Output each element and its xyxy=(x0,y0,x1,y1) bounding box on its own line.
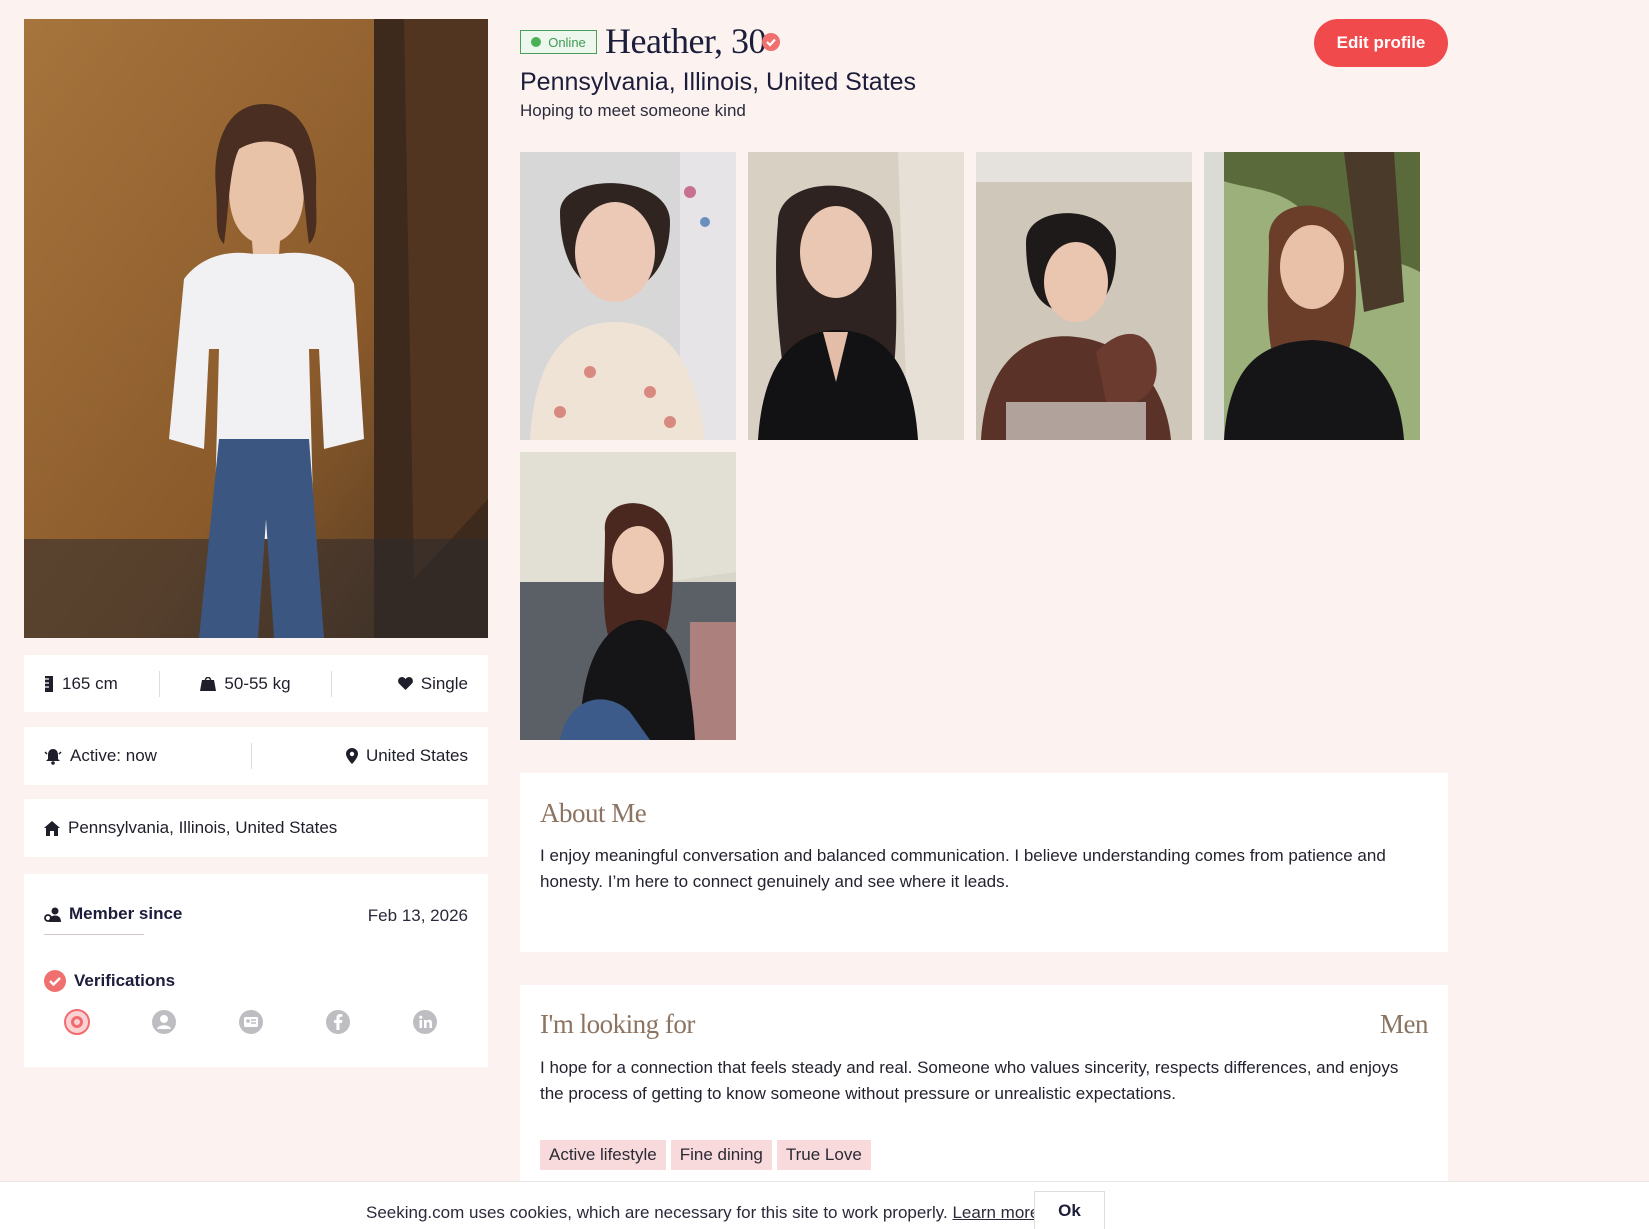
interest-tag: True Love xyxy=(776,1140,871,1170)
member-icon xyxy=(44,907,61,922)
gallery-photo[interactable] xyxy=(748,152,964,440)
divider xyxy=(250,743,252,769)
looking-for-title: I'm looking for xyxy=(540,1009,695,1039)
cookie-text: Seeking.com uses cookies, which are nece… xyxy=(366,1203,948,1222)
looking-for-card: I'm looking for Men I hope for a connect… xyxy=(520,985,1448,1185)
check-circle-icon xyxy=(44,970,66,992)
photo-verified-icon[interactable] xyxy=(64,1009,90,1035)
member-card: Member since Feb 13, 2026 Verifications xyxy=(24,874,488,1067)
looking-for-text: I hope for a connection that feels stead… xyxy=(540,1058,1399,1103)
profile-location: Pennsylvania, Illinois, United States xyxy=(520,68,917,96)
gallery-photo[interactable] xyxy=(1204,152,1420,440)
verifications-label: Verifications xyxy=(74,971,176,990)
country-stat: United States xyxy=(345,746,468,766)
verifications-row: Verifications xyxy=(44,970,175,992)
height-value: 165 cm xyxy=(62,673,118,693)
about-me-card: About Me I enjoy meaningful conversation… xyxy=(520,773,1448,952)
verification-icons xyxy=(44,1009,468,1035)
about-me-title: About Me xyxy=(540,798,647,828)
linkedin-icon[interactable] xyxy=(412,1009,438,1035)
member-since-label: Member since xyxy=(69,904,183,923)
country-value: United States xyxy=(365,746,468,765)
underline xyxy=(44,934,144,935)
hometown-value: Pennsylvania, Illinois, United States xyxy=(68,818,338,837)
verified-badge-icon xyxy=(762,33,780,56)
active-value: Active: now xyxy=(70,746,157,765)
relationship-value: Single xyxy=(420,673,468,693)
cookie-banner: Seeking.com uses cookies, which are nece… xyxy=(0,1181,1649,1229)
facebook-icon[interactable] xyxy=(325,1009,351,1035)
interest-tags: Active lifestyle Fine dining True Love xyxy=(540,1140,876,1170)
about-me-text: I enjoy meaningful conversation and bala… xyxy=(540,846,1386,891)
stats-card: 165 cm 50-55 kg Single xyxy=(24,655,488,712)
main-profile-photo[interactable] xyxy=(24,19,488,638)
profile-tagline: Hoping to meet someone kind xyxy=(520,101,746,120)
cookie-ok-button[interactable]: Ok xyxy=(1034,1191,1105,1229)
online-status-badge: Online xyxy=(520,30,597,54)
gallery-photo[interactable] xyxy=(520,152,736,440)
height-stat: 165 cm xyxy=(44,674,118,694)
weight-icon xyxy=(200,676,217,691)
learn-more-link[interactable]: Learn more xyxy=(952,1203,1039,1222)
hometown-card: Pennsylvania, Illinois, United States xyxy=(24,799,488,857)
activity-card: Active: now United States xyxy=(24,727,488,785)
gallery-photo[interactable] xyxy=(976,152,1192,440)
bell-ringing-icon xyxy=(44,748,62,765)
online-dot xyxy=(531,37,542,47)
profile-verified-icon[interactable] xyxy=(151,1009,177,1035)
heart-icon xyxy=(397,677,413,690)
member-since-date: Feb 13, 2026 xyxy=(367,906,468,925)
weight-value: 50-55 kg xyxy=(224,673,291,693)
interest-tag: Fine dining xyxy=(670,1140,772,1170)
profile-name: Heather, 30 xyxy=(605,21,766,61)
active-stat: Active: now xyxy=(44,746,157,766)
cookie-message: Seeking.com uses cookies, which are nece… xyxy=(366,1203,1039,1223)
ruler-icon xyxy=(44,675,54,692)
id-verified-icon[interactable] xyxy=(238,1009,264,1035)
looking-for-gender: Men xyxy=(1380,1009,1429,1039)
member-since-row: Member since xyxy=(44,904,182,924)
divider xyxy=(158,670,160,697)
edit-profile-button[interactable]: Edit profile xyxy=(1314,19,1448,67)
location-pin-icon xyxy=(345,748,358,764)
weight-stat: 50-55 kg xyxy=(200,673,291,694)
online-label: Online xyxy=(548,34,586,50)
interest-tag: Active lifestyle xyxy=(540,1140,666,1170)
home-icon xyxy=(44,820,60,836)
divider xyxy=(331,670,333,697)
gallery-photo[interactable] xyxy=(520,452,736,740)
relationship-stat: Single xyxy=(397,673,468,694)
